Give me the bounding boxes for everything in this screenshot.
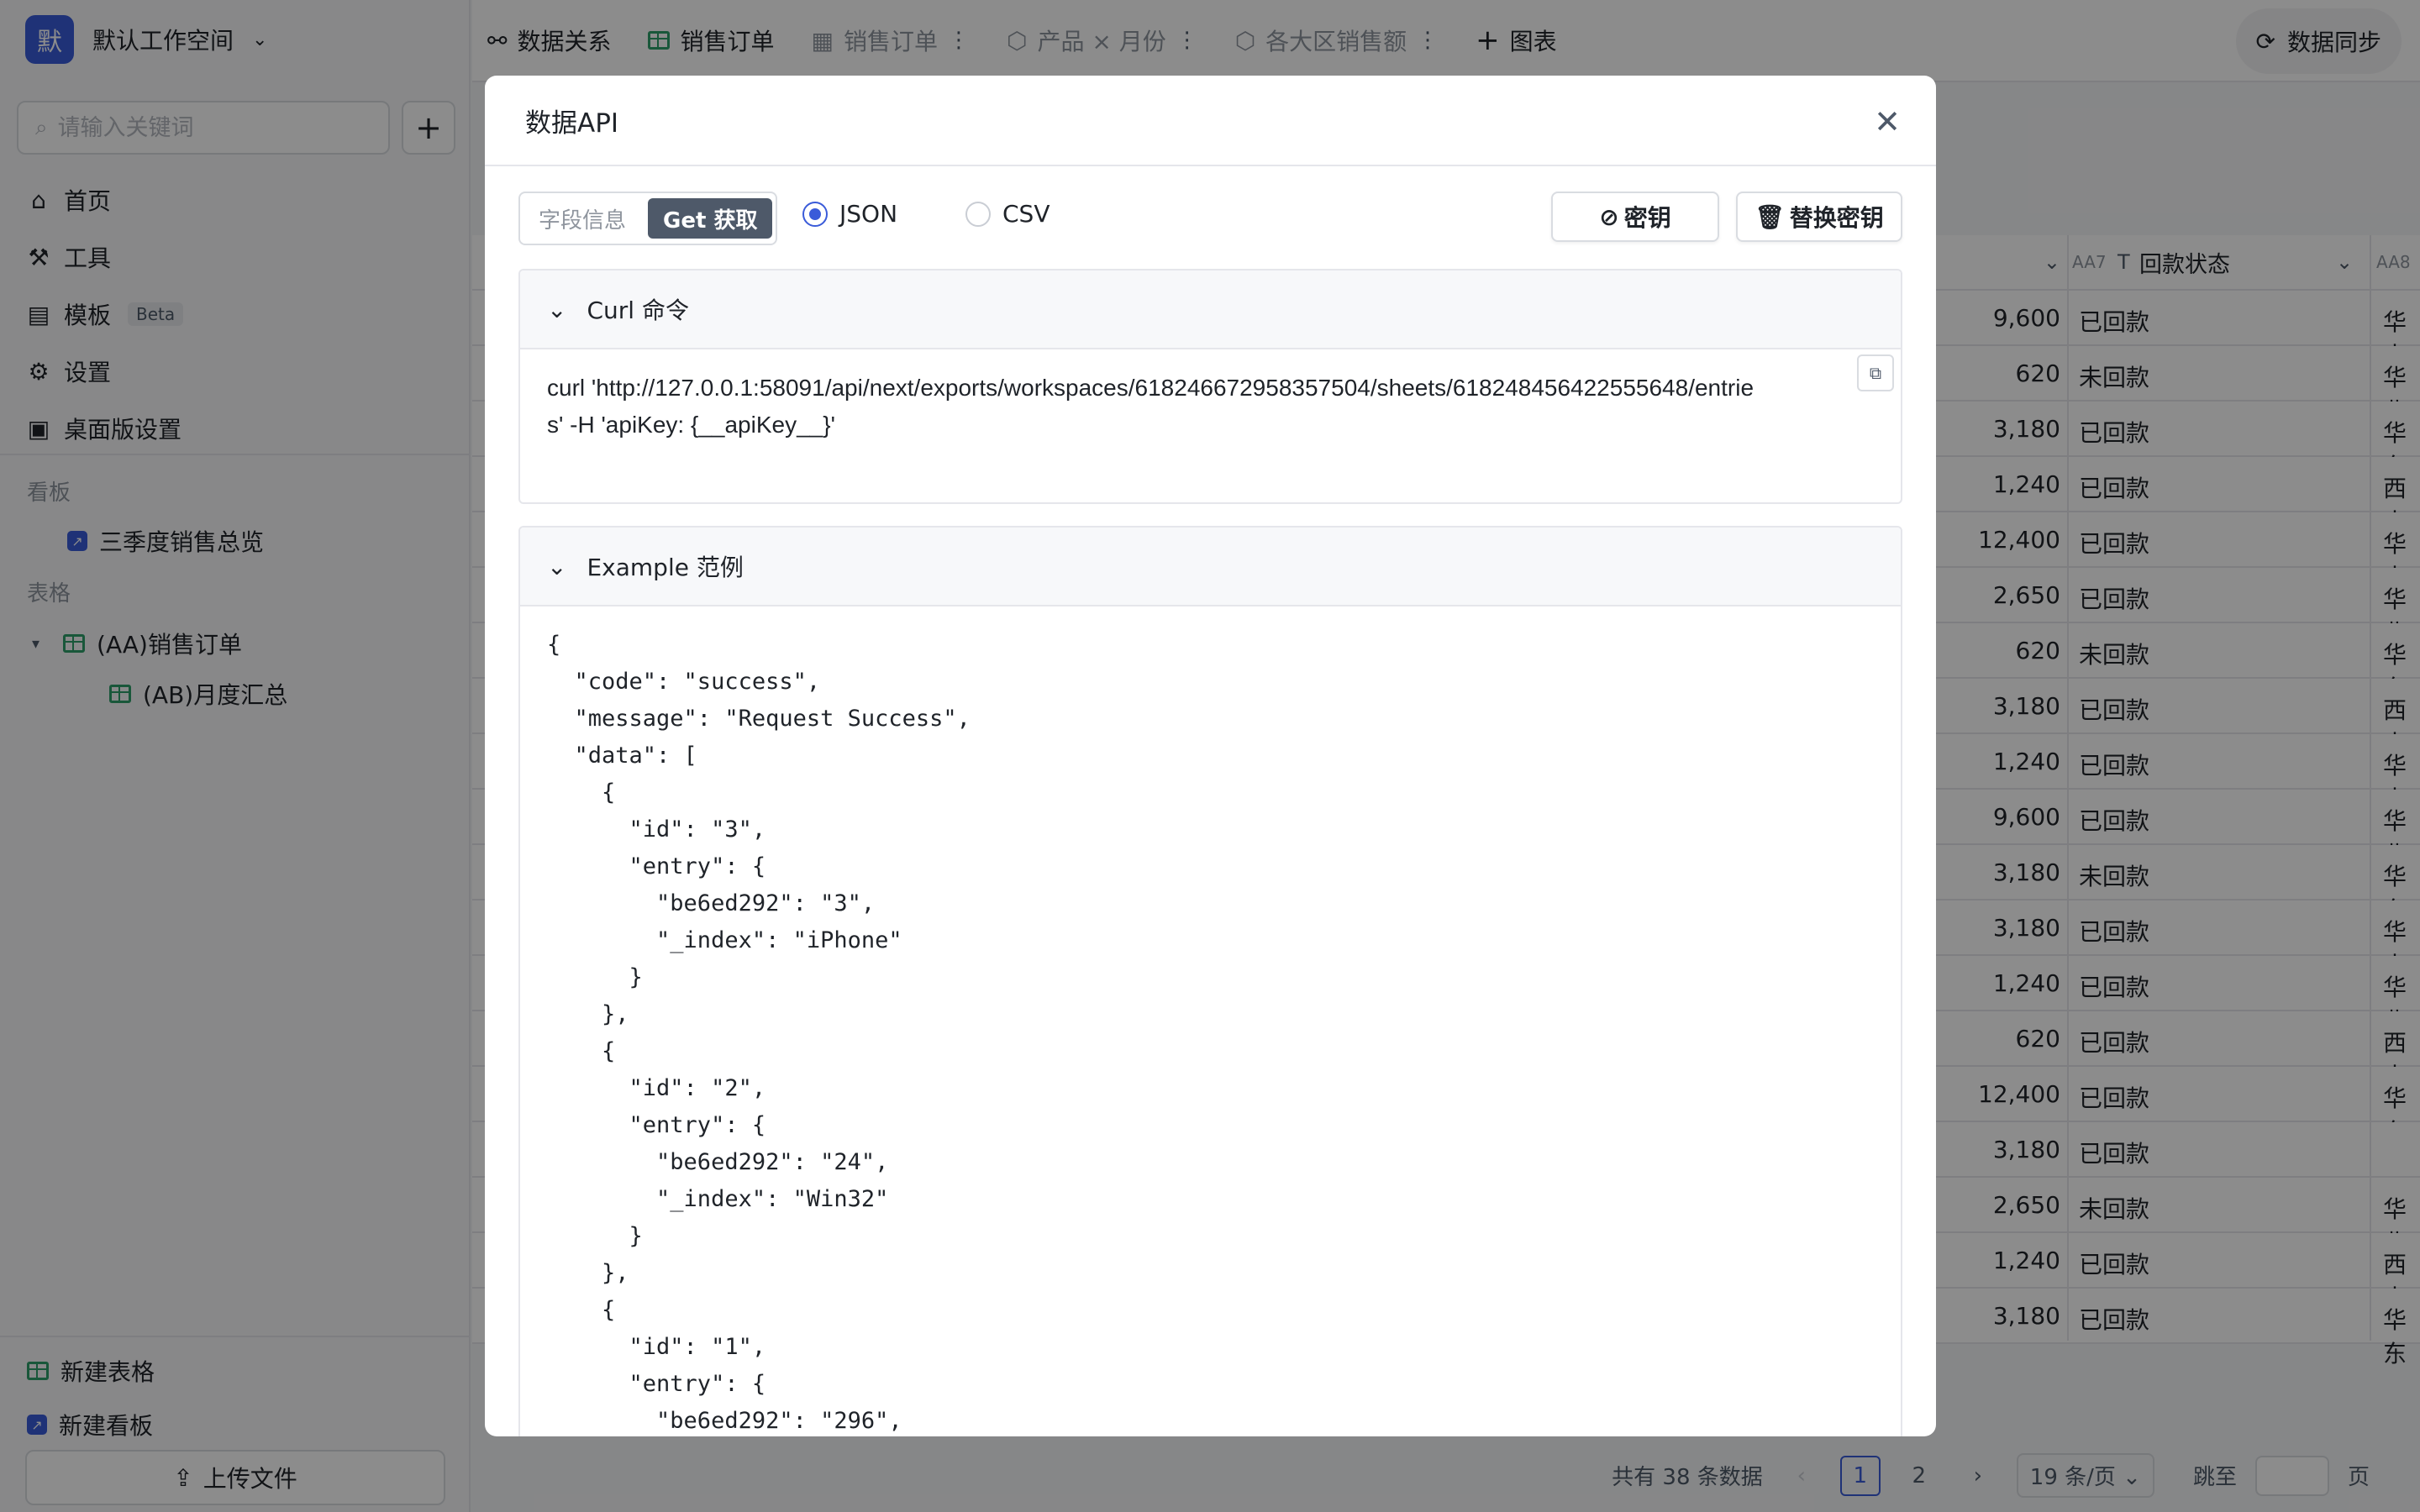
- chevron-down-icon: ⌄: [547, 295, 567, 323]
- radio-checked-icon: [802, 201, 828, 227]
- example-title: Example 范例: [587, 554, 744, 581]
- field-info-tab[interactable]: 字段信息: [523, 198, 641, 239]
- curl-line: curl 'http://127.0.0.1:58091/api/next/ex…: [547, 375, 1754, 401]
- mode-segmented-control: 字段信息 Get 获取: [518, 192, 778, 245]
- eye-off-icon: ⊘: [1599, 202, 1619, 231]
- dialog-title: 数据API: [525, 108, 619, 139]
- chevron-down-icon: ⌄: [547, 552, 567, 580]
- show-key-button[interactable]: ⊘ 密钥: [1551, 192, 1719, 242]
- trash-icon: 🗑: [1754, 202, 1785, 231]
- example-panel: ⌄ Example 范例 { "code": "success", "messa…: [518, 526, 1902, 1436]
- radio-unchecked-icon: [965, 201, 991, 227]
- curl-panel: ⌄ Curl 命令 ⧉ curl 'http://127.0.0.1:58091…: [518, 269, 1902, 504]
- example-json: { "code": "success", "message": "Request…: [547, 632, 971, 1434]
- close-icon[interactable]: ✕: [1874, 106, 1901, 138]
- replace-key-button[interactable]: 🗑 替换密钥: [1736, 192, 1902, 242]
- replace-key-label: 替换密钥: [1789, 204, 1884, 232]
- dialog-toolbar: 字段信息 Get 获取 JSON CSV ⊘ 密钥 🗑 替换密钥: [518, 192, 1902, 245]
- json-label: JSON: [839, 200, 898, 228]
- copy-icon[interactable]: ⧉: [1857, 354, 1894, 391]
- curl-title: Curl 命令: [587, 297, 689, 324]
- curl-command: curl 'http://127.0.0.1:58091/api/next/ex…: [520, 349, 1901, 464]
- example-panel-header[interactable]: ⌄ Example 范例: [520, 528, 1901, 606]
- curl-panel-header[interactable]: ⌄ Curl 命令: [520, 270, 1901, 349]
- csv-label: CSV: [1002, 200, 1050, 228]
- get-fetch-tab[interactable]: Get 获取: [648, 198, 773, 239]
- json-radio[interactable]: JSON: [802, 200, 897, 228]
- data-api-dialog: 数据API ✕ 字段信息 Get 获取 JSON CSV ⊘ 密钥 🗑 替换密钥…: [485, 76, 1936, 1436]
- csv-radio[interactable]: CSV: [965, 200, 1050, 228]
- example-code-block: { "code": "success", "message": "Request…: [520, 606, 1901, 1436]
- curl-line: s' -H 'apiKey: {__apiKey__}': [547, 412, 835, 438]
- dialog-header: 数据API: [485, 76, 1936, 166]
- key-label: 密钥: [1623, 204, 1671, 232]
